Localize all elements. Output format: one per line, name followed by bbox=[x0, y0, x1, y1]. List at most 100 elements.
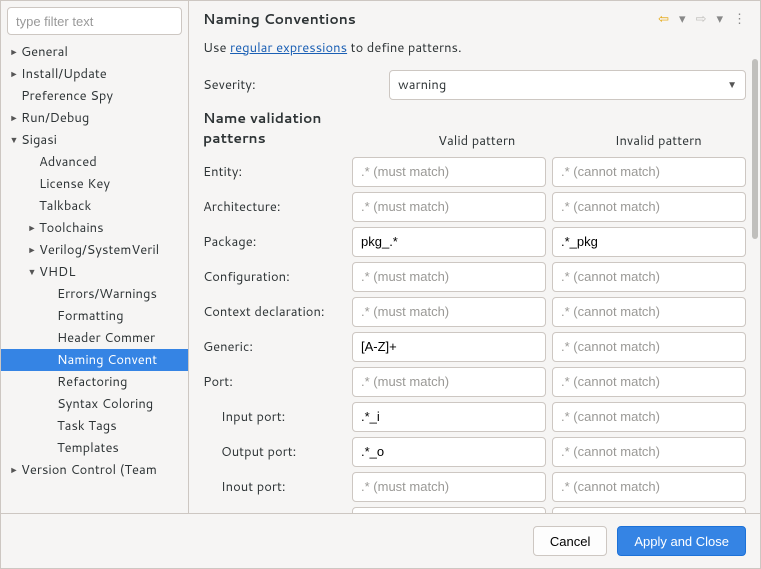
pattern-label: Entity: bbox=[203, 157, 346, 187]
invalid-pattern-input[interactable] bbox=[552, 507, 746, 514]
hint-text: Use regular expressions to define patter… bbox=[203, 39, 746, 57]
valid-pattern-input[interactable] bbox=[352, 297, 546, 327]
valid-pattern-input[interactable] bbox=[352, 192, 546, 222]
pattern-row: Architecture: bbox=[203, 189, 746, 224]
pattern-row: Configuration: bbox=[203, 259, 746, 294]
pattern-label: Inout port: bbox=[203, 472, 346, 502]
valid-pattern-input[interactable] bbox=[352, 402, 546, 432]
chevron-right-icon[interactable]: ► bbox=[25, 239, 39, 261]
tree-item[interactable]: ►Toolchains bbox=[1, 217, 188, 239]
tree-item[interactable]: Talkback bbox=[1, 195, 188, 217]
pattern-label: Generic: bbox=[203, 332, 346, 362]
apply-button[interactable]: Apply and Close bbox=[617, 526, 746, 556]
tree-item[interactable]: Advanced bbox=[1, 151, 188, 173]
menu-icon[interactable]: ⋮ bbox=[733, 10, 746, 28]
chevron-down-icon[interactable]: ▼ bbox=[7, 129, 21, 151]
severity-select[interactable]: warning ▼ bbox=[389, 70, 746, 100]
forward-menu-icon[interactable]: ▾ bbox=[716, 10, 723, 28]
tree-item[interactable]: ►Run/Debug bbox=[1, 107, 188, 129]
pattern-row: Input port: bbox=[203, 399, 746, 434]
tree-item[interactable]: Errors/Warnings bbox=[1, 283, 188, 305]
back-menu-icon[interactable]: ▾ bbox=[679, 10, 686, 28]
back-icon[interactable]: ⇦ bbox=[658, 10, 669, 28]
invalid-pattern-input[interactable] bbox=[552, 332, 746, 362]
tree-item[interactable]: ▼VHDL bbox=[1, 261, 188, 283]
hint-post: to define patterns. bbox=[347, 39, 462, 57]
tree-item[interactable]: Formatting bbox=[1, 305, 188, 327]
valid-pattern-input[interactable] bbox=[352, 437, 546, 467]
pattern-label: Context declaration: bbox=[203, 297, 346, 327]
chevron-right-icon[interactable]: ► bbox=[7, 459, 21, 481]
tree-item[interactable]: ►Verilog/SystemVeril bbox=[1, 239, 188, 261]
tree-item[interactable]: Header Commer bbox=[1, 327, 188, 349]
footer: Cancel Apply and Close bbox=[1, 513, 760, 568]
tree-item[interactable]: Naming Convent bbox=[1, 349, 188, 371]
invalid-pattern-input[interactable] bbox=[552, 192, 746, 222]
tree-item[interactable]: Templates bbox=[1, 437, 188, 459]
chevron-right-icon[interactable]: ► bbox=[7, 63, 21, 85]
tree-item-label: Refactoring bbox=[57, 371, 127, 393]
invalid-pattern-input[interactable] bbox=[552, 262, 746, 292]
invalid-pattern-input[interactable] bbox=[552, 297, 746, 327]
tree-item[interactable]: ►Version Control (Team bbox=[1, 459, 188, 481]
patterns-heading: Name validation patterns bbox=[203, 102, 383, 154]
tree-item[interactable]: Preference Spy bbox=[1, 85, 188, 107]
invalid-pattern-input[interactable] bbox=[552, 157, 746, 187]
valid-pattern-input[interactable] bbox=[352, 227, 546, 257]
pattern-row: Generic: bbox=[203, 329, 746, 364]
invalid-pattern-input[interactable] bbox=[552, 402, 746, 432]
tree-item[interactable]: ►Install/Update bbox=[1, 63, 188, 85]
tree-item[interactable]: ▼Sigasi bbox=[1, 129, 188, 151]
pattern-row: Constant: bbox=[203, 504, 746, 513]
chevron-right-icon[interactable]: ► bbox=[25, 217, 39, 239]
tree-item-label: VHDL bbox=[39, 261, 75, 283]
valid-pattern-input[interactable] bbox=[352, 367, 546, 397]
tree-item[interactable]: Task Tags bbox=[1, 415, 188, 437]
hint-pre: Use bbox=[203, 39, 230, 57]
chevron-down-icon[interactable]: ▼ bbox=[25, 261, 39, 283]
pattern-label: Package: bbox=[203, 227, 346, 257]
col-valid-head: Valid pattern bbox=[389, 128, 565, 154]
filter-input[interactable] bbox=[7, 7, 182, 35]
invalid-pattern-input[interactable] bbox=[552, 227, 746, 257]
cancel-button[interactable]: Cancel bbox=[533, 526, 607, 556]
sidebar: ►General►Install/UpdatePreference Spy►Ru… bbox=[1, 1, 189, 513]
forward-icon[interactable]: ⇨ bbox=[696, 10, 707, 28]
tree-item[interactable]: License Key bbox=[1, 173, 188, 195]
pattern-row: Package: bbox=[203, 224, 746, 259]
content-body: Use regular expressions to define patter… bbox=[189, 33, 760, 513]
tree-item-label: Templates bbox=[57, 437, 119, 459]
tree-item[interactable]: ►General bbox=[1, 41, 188, 63]
tree-item-label: Formatting bbox=[57, 305, 124, 327]
preferences-window: ►General►Install/UpdatePreference Spy►Ru… bbox=[0, 0, 761, 569]
tree-item-label: Toolchains bbox=[39, 217, 104, 239]
pattern-label: Input port: bbox=[203, 402, 346, 432]
valid-pattern-input[interactable] bbox=[352, 157, 546, 187]
scrollbar[interactable] bbox=[752, 59, 758, 239]
valid-pattern-input[interactable] bbox=[352, 332, 546, 362]
invalid-pattern-input[interactable] bbox=[552, 472, 746, 502]
valid-pattern-input[interactable] bbox=[352, 472, 546, 502]
valid-pattern-input[interactable] bbox=[352, 262, 546, 292]
tree-item-label: Syntax Coloring bbox=[57, 393, 153, 415]
pattern-row: Context declaration: bbox=[203, 294, 746, 329]
tree-item[interactable]: Refactoring bbox=[1, 371, 188, 393]
severity-row: Severity: warning ▼ bbox=[203, 67, 746, 102]
severity-label: Severity: bbox=[203, 70, 383, 100]
pattern-row: Output port: bbox=[203, 434, 746, 469]
chevron-right-icon[interactable]: ► bbox=[7, 41, 21, 63]
pattern-row: Port: bbox=[203, 364, 746, 399]
content-header: Naming Conventions ⇦ ▾ ⇨ ▾ ⋮ bbox=[189, 1, 760, 33]
regex-link[interactable]: regular expressions bbox=[230, 39, 347, 57]
tree-item-label: Version Control (Team bbox=[21, 459, 157, 481]
preference-tree[interactable]: ►General►Install/UpdatePreference Spy►Ru… bbox=[1, 41, 188, 513]
pattern-label: Port: bbox=[203, 367, 346, 397]
invalid-pattern-input[interactable] bbox=[552, 437, 746, 467]
content-panel: Naming Conventions ⇦ ▾ ⇨ ▾ ⋮ Use regular… bbox=[189, 1, 760, 513]
valid-pattern-input[interactable] bbox=[352, 507, 546, 514]
tree-item-label: Run/Debug bbox=[21, 107, 89, 129]
tree-item-label: Preference Spy bbox=[21, 85, 113, 107]
invalid-pattern-input[interactable] bbox=[552, 367, 746, 397]
chevron-right-icon[interactable]: ► bbox=[7, 107, 21, 129]
tree-item[interactable]: Syntax Coloring bbox=[1, 393, 188, 415]
